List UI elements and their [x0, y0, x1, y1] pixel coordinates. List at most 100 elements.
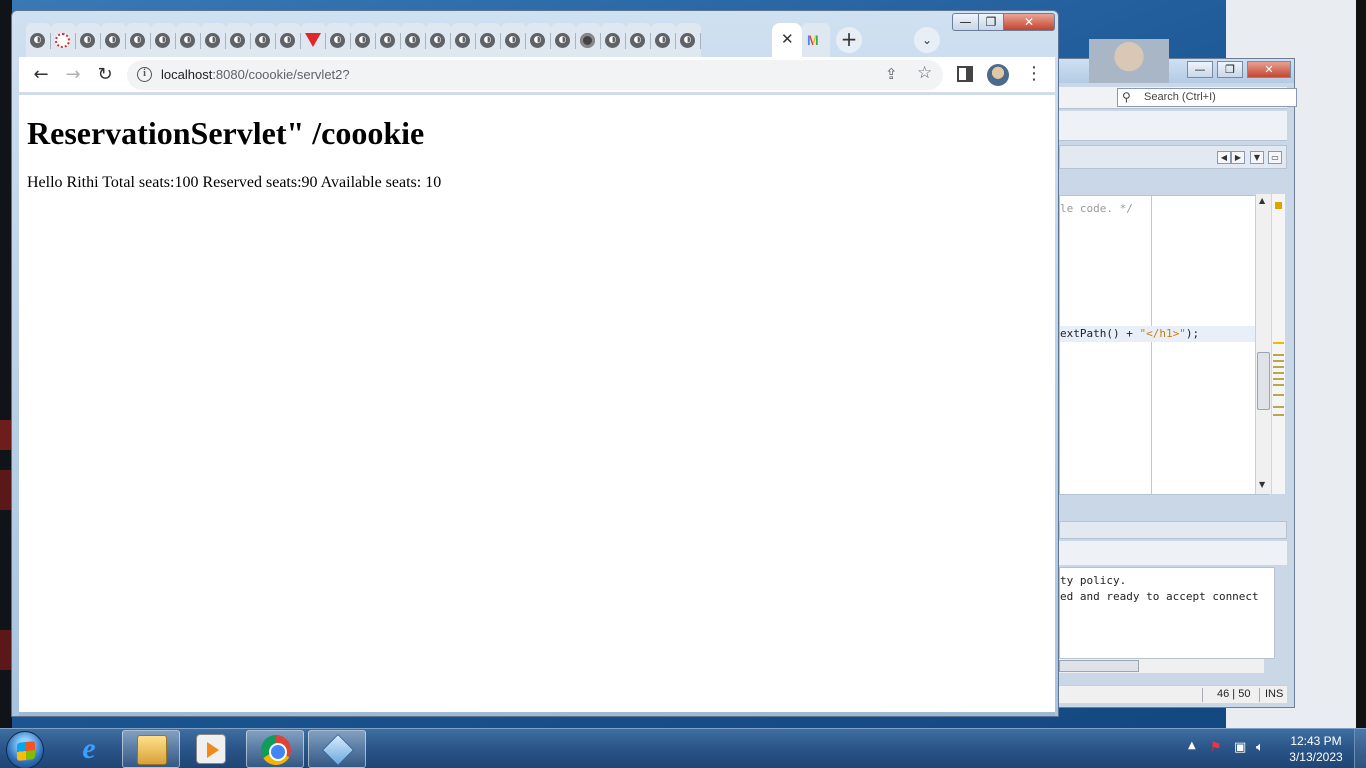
- page-message: Hello Rithi Total seats:100 Reserved sea…: [27, 174, 442, 191]
- globe-icon: ◐: [155, 33, 170, 48]
- tab-background[interactable]: ◐: [276, 23, 301, 57]
- caret-position: 46 | 50: [1217, 688, 1251, 700]
- netbeans-code-editor[interactable]: le code. */ extPath() + "</h1>");: [1059, 195, 1269, 495]
- globe-icon: ◐: [355, 33, 370, 48]
- netbeans-output-console[interactable]: ty policy. ed and ready to accept connec…: [1059, 567, 1275, 659]
- tab-background[interactable]: ◐: [326, 23, 351, 57]
- maximize-button[interactable]: ❐: [978, 13, 1004, 31]
- chrome-icon: [261, 735, 291, 765]
- globe-icon: ◐: [480, 33, 495, 48]
- netbeans-titlebar[interactable]: — ❐ ✕: [1049, 39, 1294, 83]
- forward-button[interactable]: →: [61, 63, 85, 87]
- system-clock[interactable]: 12:43 PM 3/13/2023: [1282, 733, 1350, 765]
- editor-vertical-scrollbar[interactable]: ▲ ▼: [1255, 194, 1271, 494]
- output-line: ty policy.: [1060, 574, 1127, 587]
- tab-background[interactable]: ◐: [476, 23, 501, 57]
- tab-background[interactable]: ◐: [126, 23, 151, 57]
- insert-mode-indicator: INS: [1265, 688, 1284, 700]
- globe-icon: ◐: [380, 33, 395, 48]
- network-icon[interactable]: ▣: [1234, 740, 1246, 755]
- tab-active[interactable]: ✕: [772, 23, 802, 57]
- gear-globe-icon: [580, 33, 595, 48]
- volume-icon[interactable]: 🔈︎: [1256, 740, 1264, 755]
- chevron-down-icon: ⌄: [921, 33, 933, 47]
- output-line: ed and ready to accept connect: [1060, 590, 1259, 603]
- chrome-menu-icon[interactable]: ⋮: [1025, 62, 1043, 86]
- tab-background[interactable]: ◐: [351, 23, 376, 57]
- site-info-icon[interactable]: i: [137, 67, 152, 82]
- tab-background[interactable]: ◐: [151, 23, 176, 57]
- tab-background[interactable]: ◐: [376, 23, 401, 57]
- tab-background[interactable]: ◐: [226, 23, 251, 57]
- page-heading: ReservationServlet" /coookie: [27, 115, 425, 151]
- action-center-flag-icon[interactable]: ⚑: [1210, 740, 1222, 755]
- tab-background[interactable]: ◐: [676, 23, 701, 57]
- address-url[interactable]: localhost:8080/coookie/servlet2?: [161, 67, 350, 82]
- globe-icon: ◐: [255, 33, 270, 48]
- minimize-button[interactable]: —: [952, 13, 979, 31]
- bookmark-star-icon[interactable]: ☆: [917, 63, 932, 83]
- taskbar-file-explorer[interactable]: [122, 730, 180, 768]
- tab-background[interactable]: ◐: [201, 23, 226, 57]
- output-horizontal-scrollbar[interactable]: [1059, 659, 1264, 673]
- globe-icon: ◐: [280, 33, 295, 48]
- tab-background[interactable]: ◐: [401, 23, 426, 57]
- tab-background[interactable]: ◐: [426, 23, 451, 57]
- globe-icon: ◐: [630, 33, 645, 48]
- tab-background[interactable]: ◐: [626, 23, 651, 57]
- taskbar-media-player[interactable]: [182, 730, 240, 768]
- scroll-left-icon[interactable]: ◀: [1217, 151, 1231, 164]
- tab-background[interactable]: ◐: [76, 23, 101, 57]
- show-desktop-button[interactable]: [1354, 729, 1366, 768]
- maximize-pane-icon[interactable]: ▭: [1268, 151, 1282, 164]
- taskbar-internet-explorer[interactable]: e: [60, 730, 118, 768]
- tab-background[interactable]: [51, 23, 76, 57]
- scroll-down-icon[interactable]: ▼: [1259, 480, 1265, 489]
- globe-icon: ◐: [680, 33, 695, 48]
- share-icon[interactable]: ⇪: [885, 65, 898, 83]
- start-button[interactable]: [6, 731, 44, 768]
- tab-background[interactable]: [576, 23, 601, 57]
- globe-icon: ◐: [430, 33, 445, 48]
- tab-background[interactable]: ◐: [501, 23, 526, 57]
- taskbar: e ▲ ⚑ ▣ 🔈︎ 12:43 PM 3/13/2023: [0, 728, 1366, 768]
- side-panel-icon[interactable]: [957, 66, 973, 82]
- globe-icon: ◐: [105, 33, 120, 48]
- tab-background[interactable]: ◐: [101, 23, 126, 57]
- netbeans-avatar-image: [1089, 39, 1169, 83]
- netbeans-close-button[interactable]: ✕: [1247, 61, 1291, 78]
- new-tab-button[interactable]: +: [836, 27, 862, 53]
- taskbar-netbeans[interactable]: [308, 730, 366, 768]
- address-bar[interactable]: i localhost:8080/coookie/servlet2? ⇪ ☆: [127, 60, 943, 90]
- tab-search-button[interactable]: ⌄: [914, 27, 940, 53]
- show-hidden-icons-icon[interactable]: ▲: [1188, 740, 1196, 751]
- netbeans-editor-header: ◀ ▶ ▼ ▭: [1059, 145, 1287, 169]
- tab-background[interactable]: ◐: [26, 23, 51, 57]
- reload-button[interactable]: ↻: [93, 63, 117, 87]
- tab-background[interactable]: ◐: [601, 23, 626, 57]
- close-window-button[interactable]: ✕: [1003, 13, 1055, 31]
- dropdown-icon[interactable]: ▼: [1250, 151, 1264, 164]
- netbeans-search-input[interactable]: ⚲ Search (Ctrl+I): [1117, 88, 1297, 107]
- netbeans-maximize-button[interactable]: ❐: [1217, 61, 1243, 78]
- tab-background[interactable]: ◐: [526, 23, 551, 57]
- tab-gmail[interactable]: M: [802, 23, 830, 57]
- back-button[interactable]: ←: [29, 63, 53, 87]
- netbeans-minimize-button[interactable]: —: [1187, 61, 1213, 78]
- globe-icon: ◐: [455, 33, 470, 48]
- tab-background[interactable]: ◐: [251, 23, 276, 57]
- close-tab-icon[interactable]: ✕: [781, 30, 794, 48]
- chrome-window[interactable]: — ❐ ✕ ◐ ◐ ◐ ◐ ◐ ◐ ◐ ◐ ◐ ◐ ◐ ◐ ◐ ◐ ◐ ◐ ◐ ◐ ◐ ◐ ◐ ◐ ◐ ◐ ✕ M + ⌄ ←…: [11, 10, 1059, 717]
- tab-background[interactable]: ◐: [451, 23, 476, 57]
- tab-background[interactable]: ◐: [651, 23, 676, 57]
- taskbar-chrome[interactable]: [246, 730, 304, 768]
- tab-strip: ◐ ◐ ◐ ◐ ◐ ◐ ◐ ◐ ◐ ◐ ◐ ◐ ◐ ◐ ◐ ◐ ◐ ◐ ◐ ◐ ◐ ◐ ◐ ◐: [26, 23, 786, 57]
- code-comment-line: le code. */: [1060, 202, 1133, 215]
- scroll-up-icon[interactable]: ▲: [1259, 196, 1265, 205]
- tab-background[interactable]: ◐: [176, 23, 201, 57]
- tab-background[interactable]: ◐: [551, 23, 576, 57]
- profile-avatar[interactable]: [987, 64, 1009, 86]
- scroll-right-icon[interactable]: ▶: [1231, 151, 1245, 164]
- tab-background[interactable]: [301, 23, 326, 57]
- code-current-line: extPath() + "</h1>");: [1060, 327, 1200, 340]
